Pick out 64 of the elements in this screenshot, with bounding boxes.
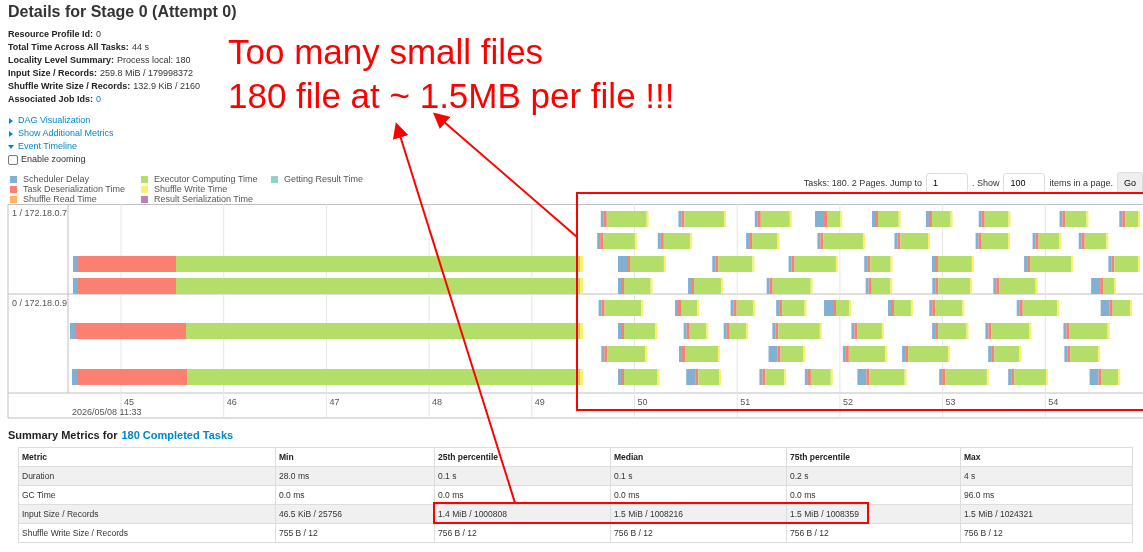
axis-tick-label: 50 [637,397,648,407]
table-cell: 756 B / 12 [960,523,1133,543]
axis-date-label: 2026/05/08 11:33 [72,407,142,417]
legend-label: Result Serialization Time [154,194,254,204]
info-label: Shuffle Write Size / Records: [8,80,131,93]
info-label: Locality Level Summary: [8,54,115,67]
axis-tick-label: 51 [740,397,751,407]
axis-tick-label: 54 [1048,397,1059,407]
expand-toggle[interactable]: Show Additional Metrics [8,127,114,140]
table-cell: 1.5 MiB / 1008359 [786,504,961,524]
legend-label: Shuffle Read Time [23,194,97,204]
legend-label: Getting Result Time [284,174,364,184]
zoom-checkbox[interactable] [8,154,18,165]
expand-toggle[interactable]: DAG Visualization [8,114,91,127]
executor-label: 0 / 172.18.0.9 [12,298,68,308]
executor-label: 1 / 172.18.0.7 [12,208,68,218]
table-cell: 756 B / 12 [434,523,611,543]
expand-toggle[interactable]: Event Timeline [8,140,78,153]
axis-tick-label: 52 [842,397,853,407]
annotation-text: 180 file at ~ 1.5MB per file !!! [228,75,675,117]
page-input[interactable]: 1 [925,173,968,193]
pager-text: items in a page. [1049,178,1113,188]
table-cell: 1.5 MiB / 1024321 [960,504,1133,524]
legend-label: Shuffle Write Time [154,184,228,194]
axis-tick-label: 45 [124,397,134,407]
pager-text: . Show [971,178,1000,188]
annotation-text: Too many small files [228,31,545,73]
axis-tick-label: 46 [226,397,237,407]
axis-tick-label: 53 [945,397,956,407]
completed-tasks-link[interactable]: 180 Completed Tasks [121,429,234,441]
table-cell: 46.5 KiB / 25756 [275,504,435,524]
table-cell: 0.1 s [434,466,611,486]
job-id-link[interactable]: 0 [96,93,102,106]
checkbox-label: Enable zooming [21,153,86,166]
page-title: Details for Stage 0 (Attempt 0) [7,2,238,22]
legend-label: Scheduler Delay [23,174,90,184]
table-cell: Duration [18,466,276,486]
table-cell: Input Size / Records [18,504,276,524]
info-value: 132.9 KiB / 2160 [133,80,200,93]
table-cell: 0.2 s [786,466,961,486]
table-cell: 4 s [960,466,1133,486]
info-value: 0 [96,28,102,41]
table-cell: 755 B / 12 [275,523,435,543]
pager-text: Tasks: 180. 2 Pages. Jump to [803,178,922,188]
table-cell: Shuffle Write Size / Records [18,523,276,543]
go-button[interactable]: Go [1117,172,1143,194]
table-cell: 756 B / 12 [610,523,787,543]
info-label: Total Time Across All Tasks: [8,41,129,54]
table-cell: 756 B / 12 [786,523,961,543]
legend-label: Executor Computing Time [154,174,258,184]
info-label: Resource Profile Id: [8,28,94,41]
axis-tick-label: 47 [329,397,340,407]
summary-heading: Summary Metrics for [8,429,118,441]
info-value: Process local: 180 [117,54,191,67]
page-size-input[interactable]: 100 [1003,173,1046,193]
axis-tick-label: 48 [432,397,443,407]
info-label: Input Size / Records: [8,67,97,80]
axis-tick-label: 49 [534,397,545,407]
info-value: 44 s [131,41,149,54]
table-cell: 28.0 ms [275,466,435,486]
legend-label: Task Deserialization Time [23,184,126,194]
table-cell: 0.1 s [610,466,787,486]
info-value: 259.8 MiB / 179998372 [100,67,194,80]
info-label: Associated Job Ids: [8,93,94,106]
